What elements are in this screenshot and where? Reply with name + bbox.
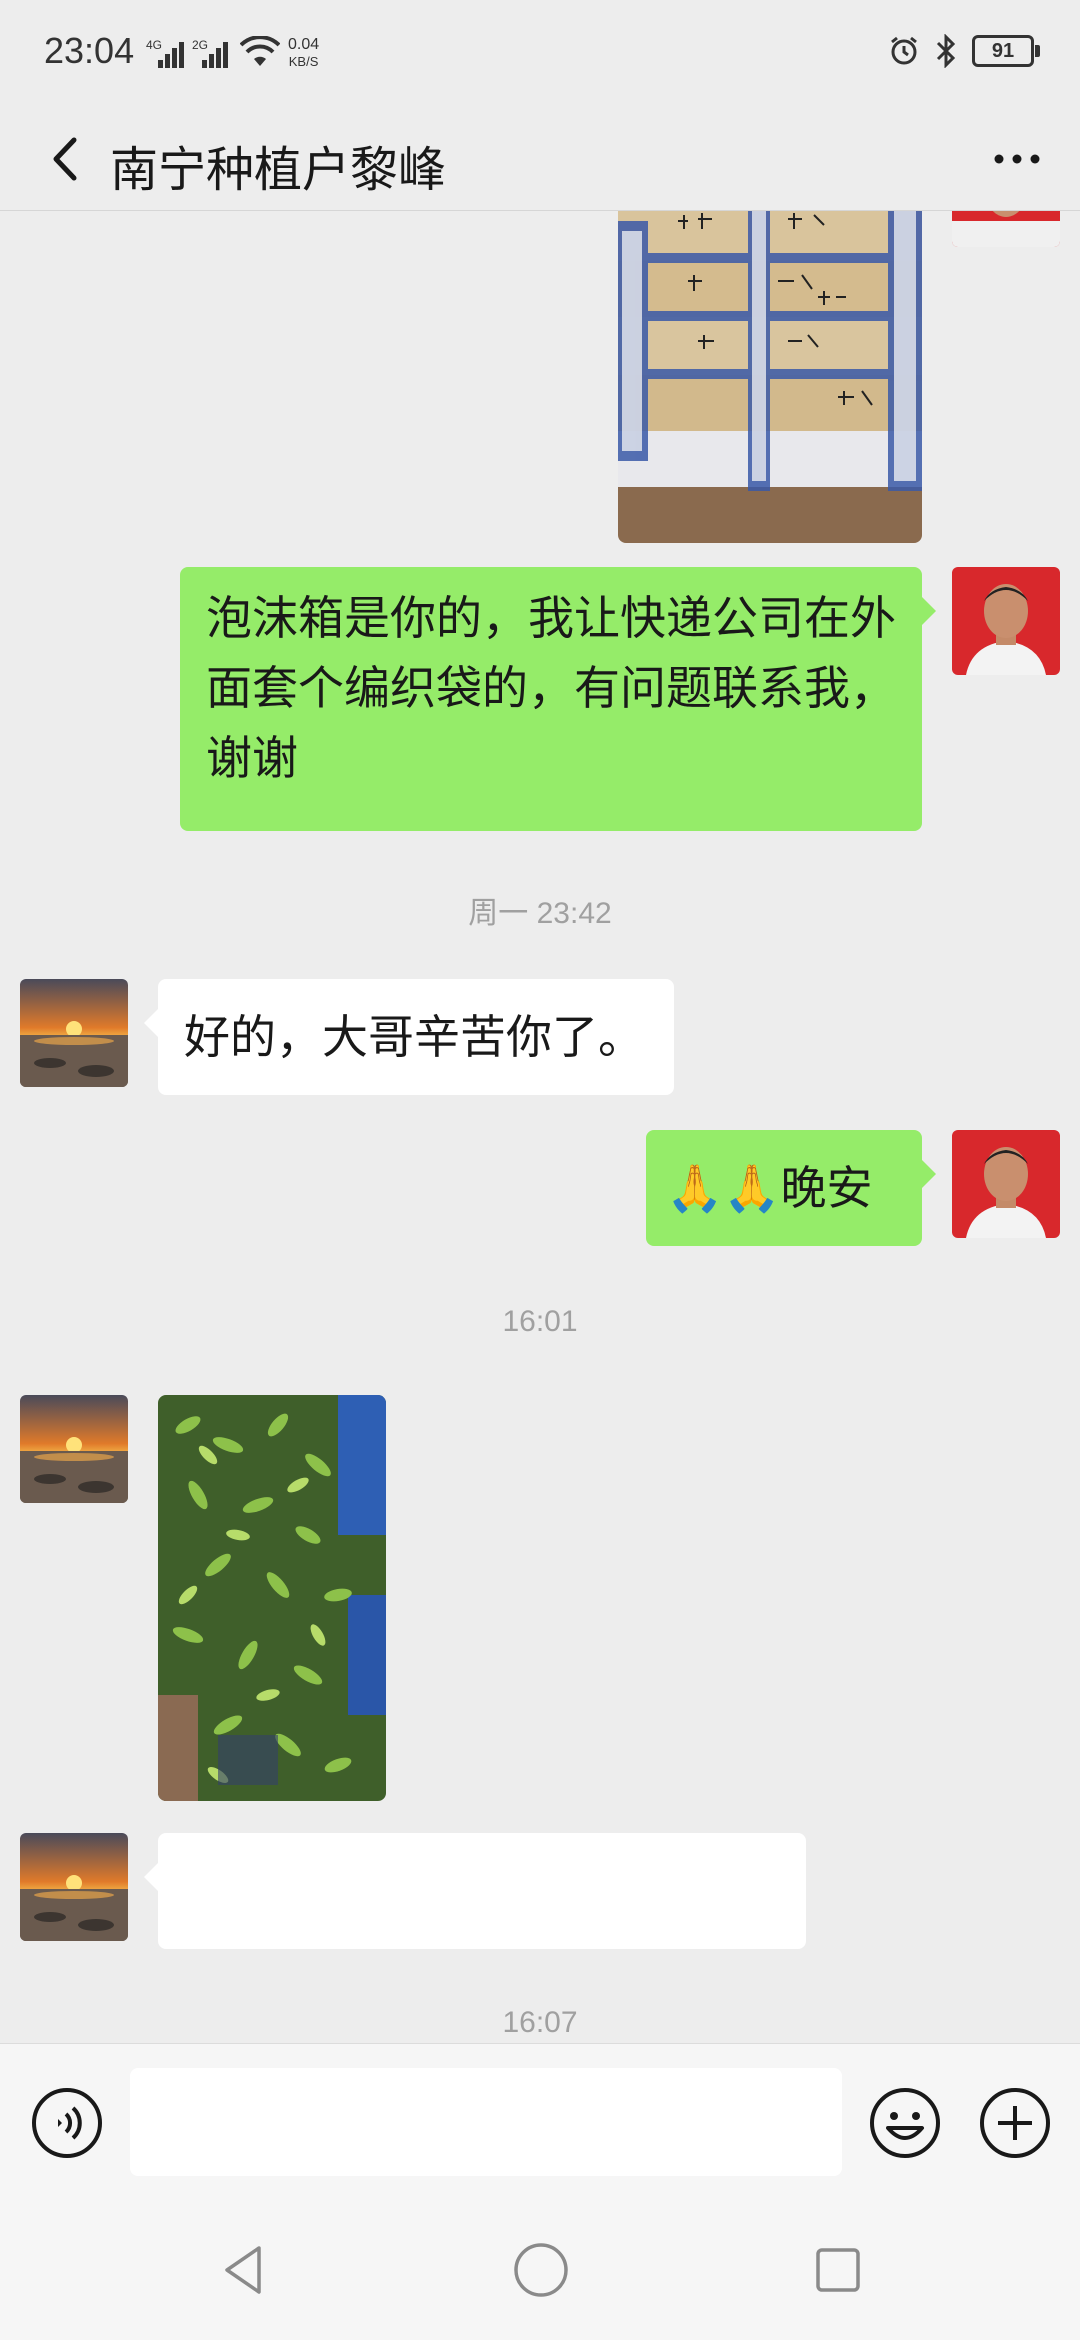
seedlings-photo [158, 1395, 386, 1801]
nav-home-icon[interactable] [511, 2240, 571, 2300]
avatar-image [952, 567, 1060, 675]
nav-recent-apps-icon[interactable] [808, 2240, 868, 2300]
avatar-image [952, 211, 1060, 247]
avatar-image [952, 1130, 1060, 1238]
timestamp: 16:07 [502, 2006, 578, 2039]
back-icon[interactable] [30, 124, 100, 194]
nav-back-icon[interactable] [215, 2240, 275, 2300]
sunset-avatar-image [20, 1833, 128, 1941]
chat-title: 南宁种植户黎峰 [110, 142, 447, 198]
battery-icon: 91 [972, 35, 1040, 67]
plus-icon[interactable] [978, 2086, 1052, 2160]
signal-2-icon [192, 38, 228, 68]
sunset-avatar-image [20, 979, 128, 1087]
status-time: 23:04 [44, 30, 135, 71]
contact-avatar[interactable] [20, 979, 128, 1087]
chat-header: 南宁种植户黎峰 [0, 110, 1080, 211]
message-input[interactable] [130, 2068, 842, 2176]
signal-1-icon [148, 38, 184, 68]
status-bar: 23:04 4G 2G 0.04 KB/S 91 [0, 0, 1080, 110]
timestamp: 周一 23:42 [468, 897, 612, 930]
emoji-icon[interactable] [868, 2086, 942, 2160]
message-bubble-me[interactable]: 泡沫箱是你的，我让快递公司在外面套个编织袋的，有问题联系我，谢谢 [180, 567, 936, 831]
my-avatar[interactable] [952, 1130, 1060, 1238]
boxes-photo [618, 211, 922, 543]
message-bubble-other[interactable] [144, 1833, 806, 1949]
contact-avatar[interactable] [20, 1395, 128, 1503]
image-message-seedlings[interactable] [158, 1395, 386, 1801]
sunset-avatar-image [20, 1395, 128, 1503]
timestamp: 16:01 [502, 1305, 578, 1338]
wifi-icon [240, 36, 280, 66]
bluetooth-icon [936, 34, 956, 68]
chat-area[interactable]: 泡沫箱是你的，我让快递公司在外面套个编织袋的，有问题联系我，谢谢 周一 23:4… [0, 211, 1080, 2043]
my-avatar[interactable] [952, 211, 1060, 247]
image-message-boxes[interactable] [618, 211, 922, 543]
voice-icon[interactable] [30, 2086, 104, 2160]
speed-unit: KB/S [288, 54, 319, 69]
network-speed: 0.04 KB/S [288, 36, 319, 70]
system-nav-bar [0, 2198, 1080, 2340]
input-bar [0, 2043, 1080, 2199]
contact-avatar[interactable] [20, 1833, 128, 1941]
alarm-icon [891, 36, 917, 65]
my-avatar[interactable] [952, 567, 1060, 675]
speed-value: 0.04 [288, 36, 320, 53]
message-bubble-me[interactable]: 🙏🙏晚安 [646, 1130, 936, 1246]
more-icon[interactable] [982, 124, 1052, 194]
status-right: 91 [888, 34, 1040, 68]
message-bubble-other[interactable]: 好的，大哥辛苦你了。 [144, 979, 674, 1095]
